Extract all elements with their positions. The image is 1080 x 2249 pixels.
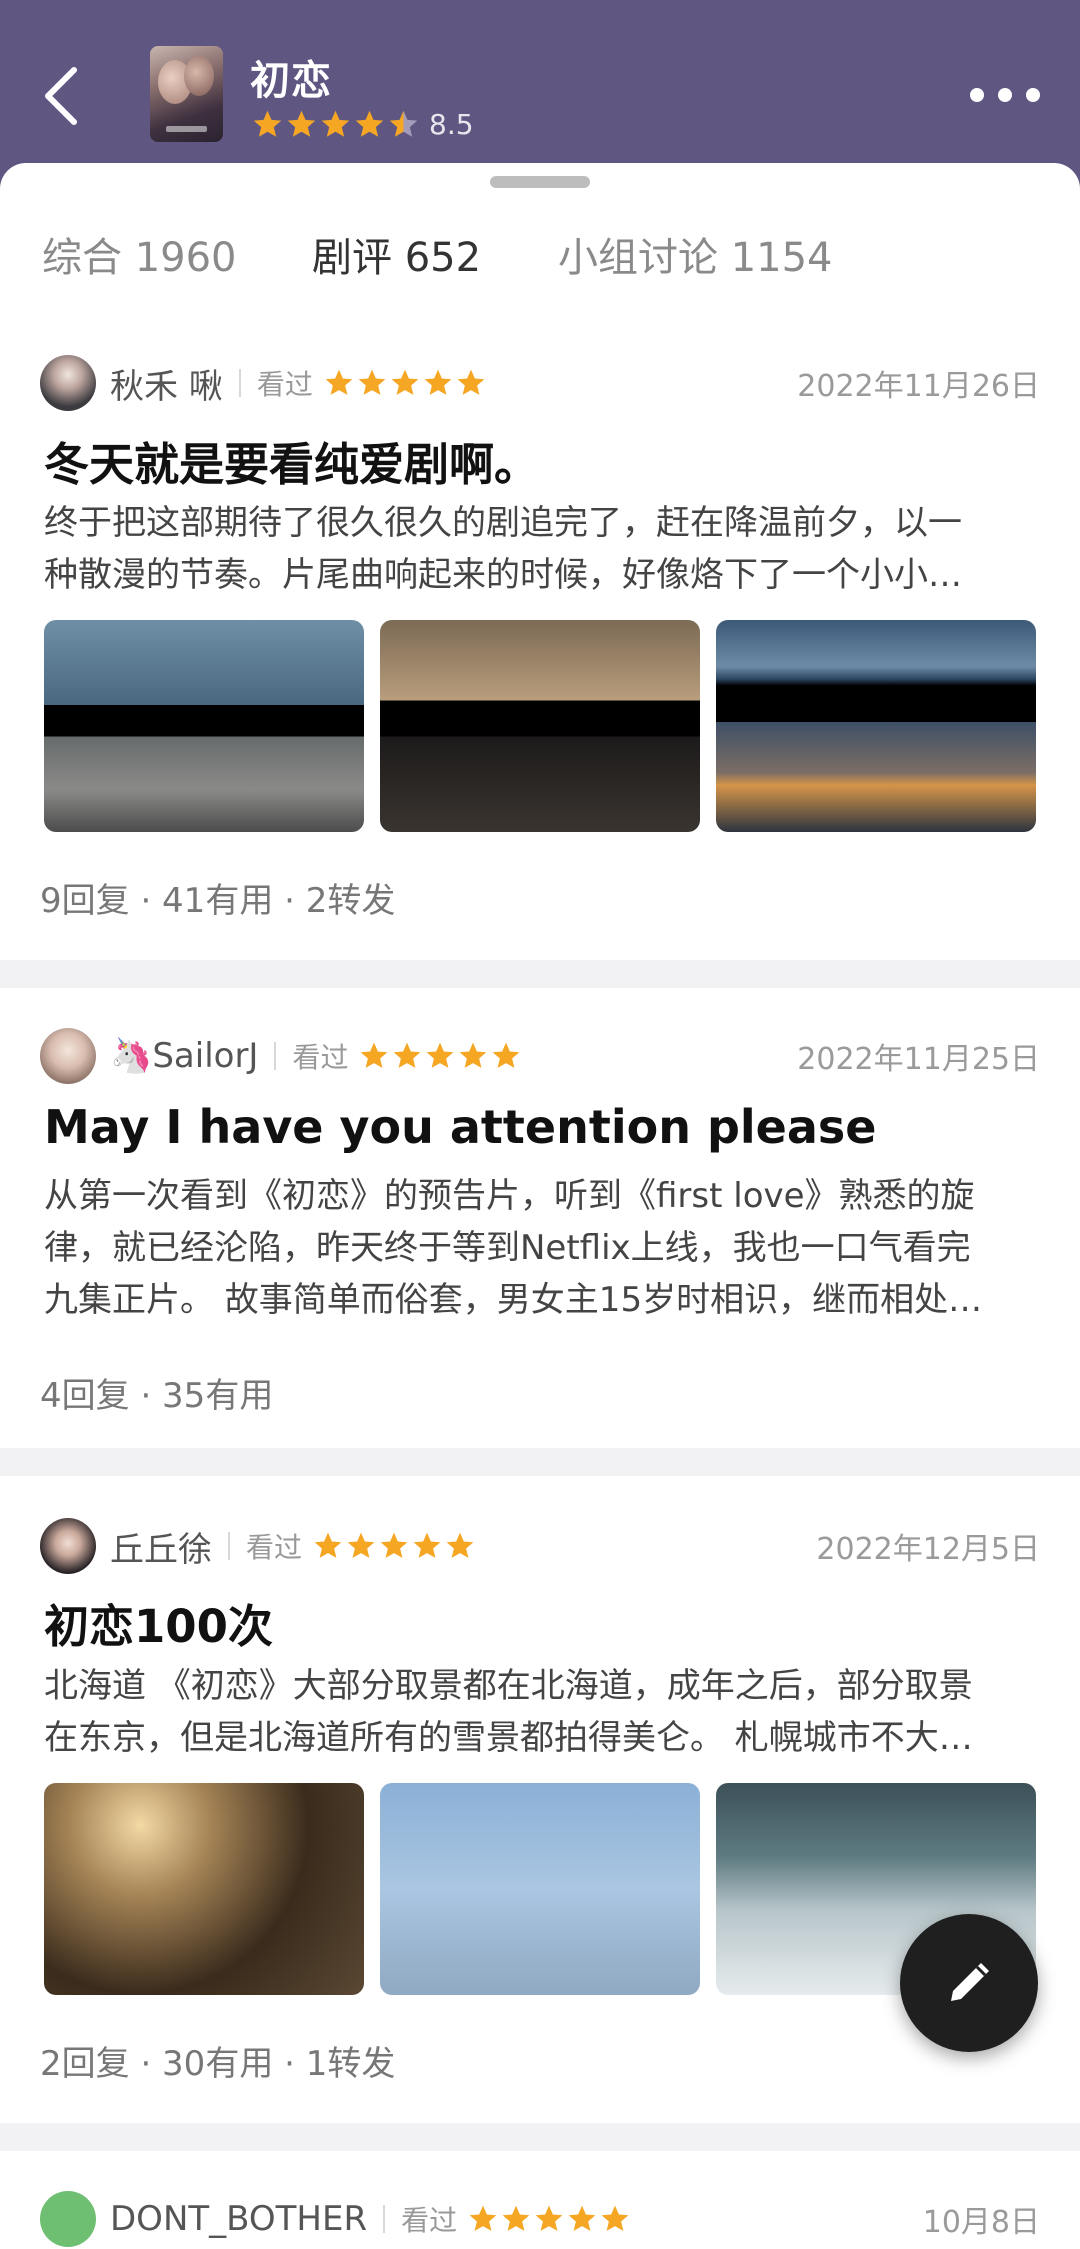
avatar[interactable] <box>40 1518 96 1574</box>
half-star-icon <box>389 110 418 137</box>
star-icon <box>358 369 386 395</box>
review-stats: 2回复 · 30有用 · 1转发 <box>40 2044 396 2084</box>
watch-status: 看过 <box>401 2204 458 2237</box>
review-image[interactable] <box>44 1783 364 1995</box>
review-image[interactable] <box>380 620 700 832</box>
drama-title: 初恋 <box>250 58 332 104</box>
review-excerpt[interactable]: 从第一次看到《初恋》的预告片，听到《first love》熟悉的旋 律，就已经沦… <box>44 1170 1034 1326</box>
star-icon <box>347 1532 375 1558</box>
back-button[interactable] <box>30 60 90 132</box>
review-title[interactable]: 冬天就是要看纯爱剧啊。 <box>44 428 539 493</box>
excerpt-line: 从第一次看到《初恋》的预告片，听到《first love》熟悉的旋 <box>44 1176 975 1216</box>
star-icon <box>287 110 316 137</box>
review-meta: 秋禾 啾 看过 2022年11月26日 <box>40 355 1040 411</box>
review-card[interactable]: DONT_BOTHER 看过 10月8日 <box>0 2151 1080 2249</box>
star-icon <box>321 110 350 137</box>
review-images <box>44 1783 1036 1995</box>
review-image[interactable] <box>716 620 1036 832</box>
excerpt-line: 律，就已经沦陷，昨天终于等到Netflix上线，我也一口气看完 <box>44 1228 971 1268</box>
star-icon <box>355 110 384 137</box>
more-options-button[interactable] <box>970 80 1040 110</box>
tab-overall[interactable]: 综合 1960 <box>42 225 237 283</box>
star-icon <box>493 1042 520 1068</box>
review-date: 10月8日 <box>922 2205 1040 2240</box>
tab-reviews[interactable]: 剧评 652 <box>312 225 481 283</box>
author-name[interactable]: 丘丘徐 <box>110 1522 212 1571</box>
review-stats: 4回复 · 35有用 <box>40 1376 274 1416</box>
star-icon <box>460 1042 487 1068</box>
review-excerpt[interactable]: 终于把这部期待了很久很久的剧追完了，赶在降温前夕，以一 种散漫的节奏。片尾曲响起… <box>44 497 1034 601</box>
divider <box>238 369 241 397</box>
star-icon <box>361 1042 388 1068</box>
divider <box>383 2205 386 2233</box>
review-title[interactable]: 初恋100次 <box>44 1590 273 1655</box>
review-image[interactable] <box>380 1783 700 1995</box>
review-excerpt[interactable]: 北海道 《初恋》大部分取景都在北海道，成年之后，部分取景 在东京，但是北海道所有… <box>44 1660 1034 1764</box>
avatar[interactable] <box>40 1028 96 1084</box>
rating-score: 8.5 <box>429 107 474 141</box>
review-meta: 🦄SailorJ 看过 2022年11月25日 <box>40 1028 1040 1084</box>
star-icon <box>457 369 485 395</box>
review-stats: 9回复 · 41有用 · 2转发 <box>40 881 396 921</box>
star-icon <box>601 2205 629 2231</box>
card-divider <box>0 960 1080 988</box>
excerpt-line: 北海道 《初恋》大部分取景都在北海道，成年之后，部分取景 <box>44 1666 973 1706</box>
excerpt-line: 在东京，但是北海道所有的雪景都拍得美仑。 札幌城市不大… <box>44 1718 973 1758</box>
author-name[interactable]: 🦄SailorJ <box>110 1036 258 1076</box>
review-date: 2022年11月25日 <box>797 1042 1040 1077</box>
author-name[interactable]: DONT_BOTHER <box>110 2199 367 2239</box>
review-stars <box>312 1530 477 1562</box>
review-stars <box>467 2203 632 2235</box>
watch-status: 看过 <box>246 1531 303 1564</box>
review-stars <box>358 1040 523 1072</box>
review-stars <box>323 367 488 399</box>
tab-group-discussion[interactable]: 小组讨论 1154 <box>558 225 833 283</box>
review-image[interactable] <box>44 620 364 832</box>
avatar[interactable] <box>40 355 96 411</box>
star-icon <box>446 1532 474 1558</box>
star-icon <box>568 2205 596 2231</box>
star-icon <box>535 2205 563 2231</box>
header-rating-stars <box>251 108 421 141</box>
avatar[interactable] <box>40 2191 96 2247</box>
review-card[interactable]: 🦄SailorJ 看过 2022年11月25日 May I have you a… <box>0 988 1080 1448</box>
star-icon <box>253 110 282 137</box>
star-icon <box>413 1532 441 1558</box>
chevron-left-icon <box>45 67 77 125</box>
pencil-icon <box>951 1963 989 2001</box>
star-icon <box>469 2205 497 2231</box>
more-horizontal-icon <box>970 88 984 102</box>
star-icon <box>427 1042 454 1068</box>
card-divider <box>0 2123 1080 2151</box>
watch-status: 看过 <box>292 1041 349 1074</box>
review-images <box>44 620 1036 832</box>
star-icon <box>424 369 452 395</box>
rating-row: 8.5 <box>251 106 474 142</box>
author-name[interactable]: 秋禾 啾 <box>110 359 223 408</box>
watch-status: 看过 <box>256 368 313 401</box>
divider <box>274 1042 277 1070</box>
star-icon <box>314 1532 342 1558</box>
review-meta: 丘丘徐 看过 2022年12月5日 <box>40 1518 1040 1574</box>
excerpt-line: 种散漫的节奏。片尾曲响起来的时候，好像烙下了一个小小… <box>44 555 962 595</box>
star-icon <box>380 1532 408 1558</box>
divider <box>228 1532 230 1560</box>
star-icon <box>391 369 419 395</box>
review-card[interactable]: 秋禾 啾 看过 2022年11月26日 冬天就是要看纯爱剧啊。 终于把这部期待了… <box>0 315 1080 960</box>
drama-poster[interactable] <box>150 46 223 142</box>
star-icon <box>394 1042 421 1068</box>
star-icon <box>502 2205 530 2231</box>
sheet-drag-handle[interactable] <box>490 176 590 188</box>
review-date: 2022年11月26日 <box>797 369 1040 404</box>
star-icon <box>325 369 353 395</box>
review-meta: DONT_BOTHER 看过 10月8日 <box>40 2191 1040 2247</box>
write-review-button[interactable] <box>900 1914 1038 2052</box>
review-title[interactable]: May I have you attention please <box>44 1100 876 1154</box>
excerpt-line: 九集正片。 故事简单而俗套，男女主15岁时相识，继而相处… <box>44 1280 983 1320</box>
review-date: 2022年12月5日 <box>816 1532 1040 1567</box>
excerpt-line: 终于把这部期待了很久很久的剧追完了，赶在降温前夕，以一 <box>44 503 962 543</box>
card-divider <box>0 1448 1080 1476</box>
